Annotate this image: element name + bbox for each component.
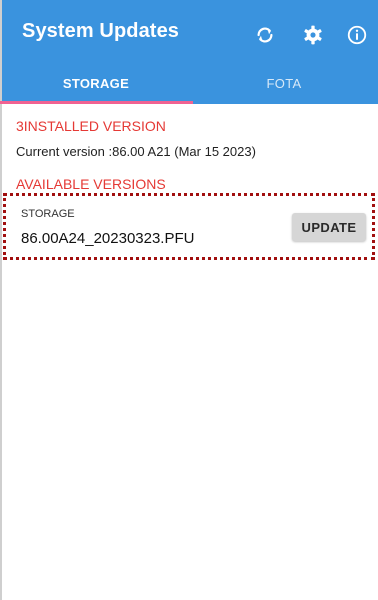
update-button[interactable]: UPDATE: [292, 213, 366, 241]
info-button[interactable]: [344, 22, 370, 48]
refresh-button[interactable]: [252, 22, 278, 48]
tab-fota[interactable]: FOTA: [190, 62, 378, 104]
settings-button[interactable]: [300, 22, 326, 48]
available-versions-header: AVAILABLE VERSIONS: [16, 176, 166, 192]
tab-storage[interactable]: STORAGE: [2, 62, 190, 104]
app-title: System Updates: [22, 20, 180, 42]
available-version-row: STORAGE 86.00A24_20230323.PFU UPDATE: [6, 196, 374, 258]
version-file-name: 86.00A24_20230323.PFU: [21, 230, 195, 247]
tab-bar: STORAGE FOTA: [2, 62, 378, 104]
current-version-text: Current version :86.00 A21 (Mar 15 2023): [16, 144, 256, 159]
installed-version-header: 3INSTALLED VERSION: [16, 118, 166, 134]
tab-indicator: [0, 101, 193, 104]
info-icon: [346, 24, 368, 46]
refresh-icon: [254, 24, 276, 46]
version-source-label: STORAGE: [21, 208, 75, 220]
app-bar: System Updates STORAGE FOTA: [2, 0, 378, 104]
gear-icon: [302, 24, 324, 46]
